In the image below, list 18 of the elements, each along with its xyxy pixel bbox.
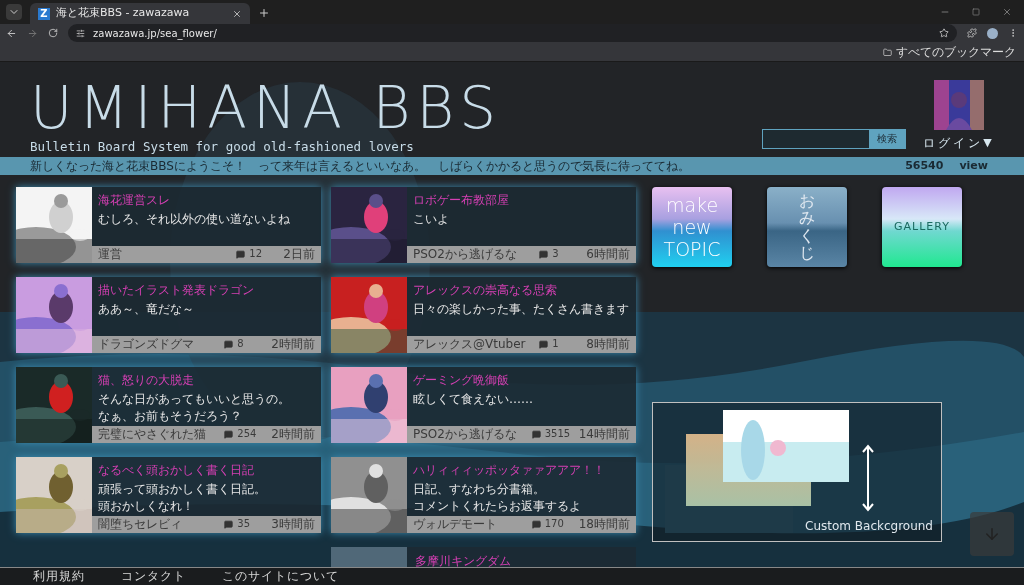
back-icon[interactable] [6, 27, 17, 39]
address-bar[interactable]: zawazawa.jp/sea_flower/ [68, 24, 957, 42]
folder-icon [883, 48, 892, 57]
bookmarks-label[interactable]: すべてのブックマーク [896, 45, 1016, 60]
site-info-icon[interactable] [76, 28, 85, 38]
bookmark-star-icon[interactable] [939, 28, 949, 38]
url-text: zawazawa.jp/sea_flower/ [93, 26, 218, 41]
forward-icon[interactable] [27, 27, 38, 39]
profile-avatar[interactable] [987, 27, 998, 39]
tab-title: 海と花束BBS - zawazawa [56, 5, 191, 22]
tab-list-button[interactable] [6, 4, 22, 20]
close-window-icon[interactable] [1002, 7, 1012, 17]
close-icon[interactable] [232, 8, 242, 19]
reload-icon[interactable] [48, 28, 58, 38]
browser-tab[interactable]: Z 海と花束BBS - zawazawa [30, 3, 250, 24]
extensions-icon[interactable] [967, 28, 977, 38]
favicon: Z [38, 7, 50, 20]
new-tab-icon[interactable] [258, 7, 270, 19]
